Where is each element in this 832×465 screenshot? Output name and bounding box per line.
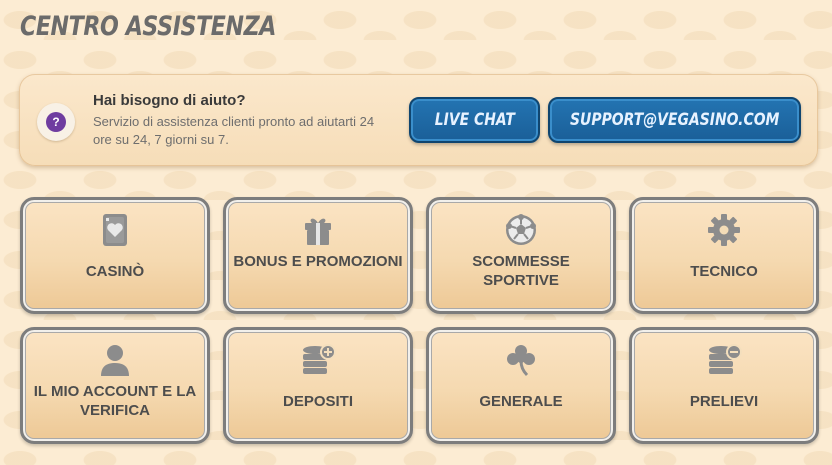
category-card-withdrawals[interactable]: PRELIEVI [629,327,819,444]
category-label: PRELIEVI [689,393,759,410]
live-chat-button[interactable]: LIVE CHAT [409,97,540,143]
playing-card-icon [103,214,127,246]
category-label: DEPOSITI [282,393,353,410]
category-card-account[interactable]: IL MIO ACCOUNT E LA VERIFICA [20,327,210,444]
category-card-tech[interactable]: TECNICO [629,197,819,314]
live-chat-label: LIVE CHAT [434,110,515,130]
category-label: IL MIO ACCOUNT E LA VERIFICA [33,383,197,419]
category-label: TECNICO [690,263,758,280]
category-label: BONUS E PROMOZIONI [233,253,403,270]
category-card-casino[interactable]: CASINÒ [20,197,210,314]
clover-icon [507,345,535,377]
coins-plus-icon [303,344,336,374]
help-icon-badge: ? [37,103,75,141]
coins-minus-icon [709,344,742,374]
user-icon [101,345,129,376]
category-label: SCOMMESSE SPORTIVE [472,253,570,289]
gear-icon [708,214,740,246]
gift-icon [305,218,331,245]
support-email-label: SUPPORT@VEGASINO.COM [569,110,780,130]
category-card-deposits[interactable]: DEPOSITI [223,327,413,444]
soccer-ball-icon [506,214,536,245]
page-title: CENTRO ASSISTENZA [20,11,276,42]
help-heading: Hai bisogno di aiuto? [93,92,246,109]
support-email-button[interactable]: SUPPORT@VEGASINO.COM [548,97,801,143]
category-label: GENERALE [479,393,563,410]
category-card-general[interactable]: GENERALE [426,327,616,444]
category-card-sports[interactable]: SCOMMESSE SPORTIVE [426,197,616,314]
help-description: Servizio di assistenza clienti pronto ad… [93,114,375,147]
category-label: CASINÒ [85,263,145,280]
question-icon: ? [46,112,66,132]
category-card-bonus[interactable]: BONUS E PROMOZIONI [223,197,413,314]
